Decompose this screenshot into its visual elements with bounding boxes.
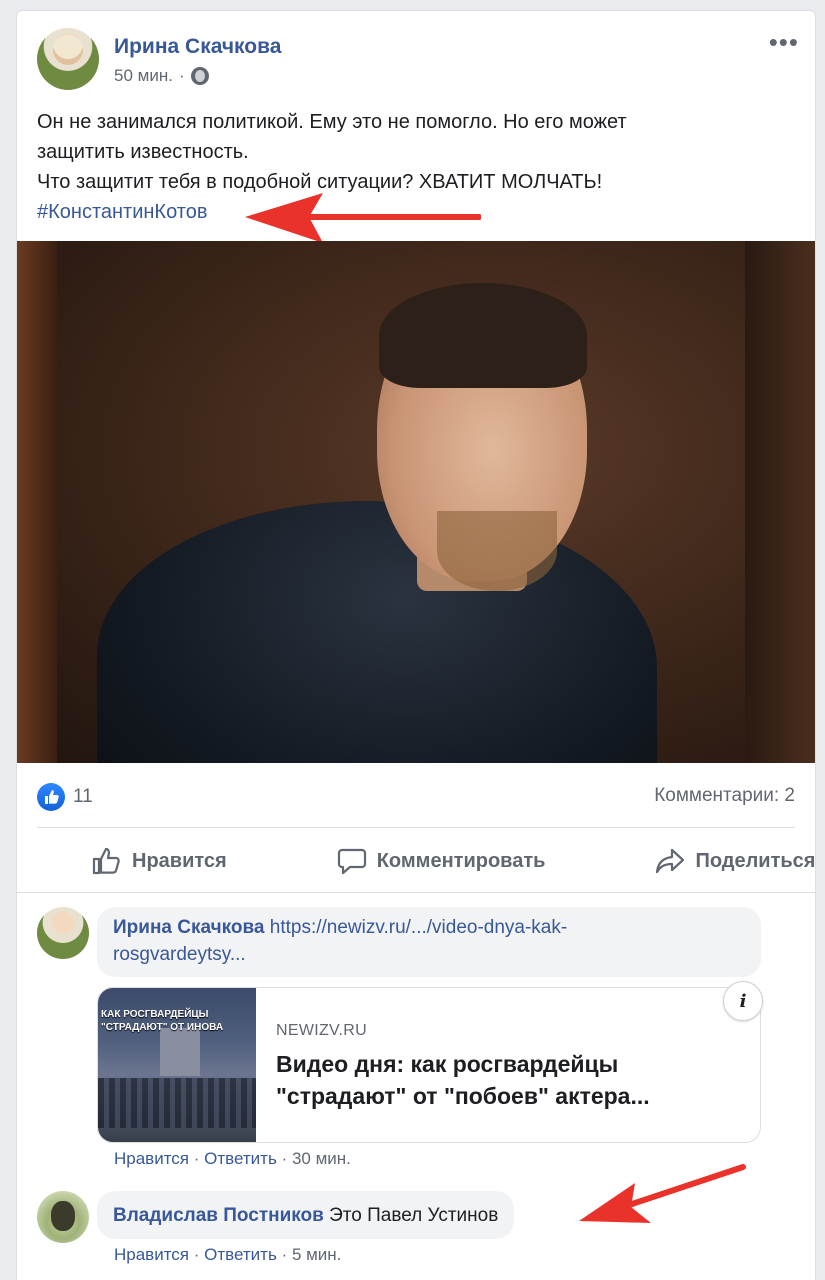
link-preview-thumbnail: КАК РОСГВАРДЕЙЦЫ "СТРАДАЮТ" ОТ ИНОВА <box>98 988 256 1142</box>
photo-frame-right <box>745 241 815 763</box>
comment-meta: Нравится · Ответить · 5 мин. <box>114 1245 342 1264</box>
share-button[interactable]: Поделиться <box>600 839 816 883</box>
like-reaction-icon <box>37 783 65 811</box>
commenter-avatar[interactable] <box>37 1191 89 1243</box>
reactions-summary[interactable]: 11 <box>37 783 93 811</box>
post-action-bar: Нравится Комментировать Поделиться <box>37 839 815 883</box>
comment-button[interactable]: Комментировать <box>282 839 601 883</box>
thumbnail-caption: КАК РОСГВАРДЕЙЦЫ "СТРАДАЮТ" ОТ ИНОВА <box>101 1009 224 1033</box>
comment-icon <box>337 848 366 875</box>
like-count: 11 <box>73 786 93 807</box>
comment-bubble: Ирина Скачкова https://newizv.ru/.../vid… <box>97 907 761 977</box>
comment-author[interactable]: Ирина Скачкова <box>113 917 264 938</box>
share-icon <box>656 848 685 874</box>
photo-jacket <box>97 501 657 763</box>
post-time[interactable]: 50 мин. <box>114 66 173 86</box>
more-options-icon[interactable]: ••• <box>769 29 799 55</box>
comment-like-link[interactable]: Нравится <box>114 1149 189 1168</box>
post-text-line: Он не занимался политикой. Ему это не по… <box>37 111 627 133</box>
info-icon[interactable]: i <box>723 981 763 1021</box>
comment-text: Это Павел Устинов <box>329 1205 499 1226</box>
comment-time[interactable]: 5 мин. <box>292 1245 341 1264</box>
post-photo[interactable] <box>17 241 815 763</box>
link-title[interactable]: Видео дня: как росгвардейцы "страдают" о… <box>276 1048 716 1112</box>
red-arrow-annotation <box>245 193 481 243</box>
post-author-name[interactable]: Ирина Скачкова <box>114 35 281 59</box>
comment-reply-link[interactable]: Ответить <box>204 1245 277 1264</box>
like-button[interactable]: Нравится <box>37 839 282 883</box>
photo-hair <box>379 283 587 388</box>
divider <box>37 827 795 828</box>
comment-time[interactable]: 30 мин. <box>292 1149 351 1168</box>
thumbs-up-icon <box>92 847 120 875</box>
divider <box>17 892 815 893</box>
photo-beard <box>437 511 557 591</box>
comment-bubble: Владислав Постников Это Павел Устинов <box>97 1191 515 1239</box>
globe-icon <box>190 67 209 85</box>
like-button-label: Нравится <box>132 849 227 872</box>
commenter-avatar[interactable] <box>37 907 89 959</box>
comment-button-label: Комментировать <box>376 849 546 872</box>
thumb-building <box>160 1028 200 1076</box>
comment-like-link[interactable]: Нравится <box>114 1245 189 1264</box>
link-domain: NEWIZV.RU <box>276 1022 368 1039</box>
share-button-label: Поделиться <box>695 849 816 872</box>
comment-meta: Нравится · Ответить · 30 мин. <box>114 1149 351 1168</box>
author-avatar[interactable] <box>37 28 99 90</box>
post-timestamp-row: 50 мин. · <box>114 66 209 86</box>
post-card: Ирина Скачкова 50 мин. · ••• Он не заним… <box>16 10 816 1280</box>
comment-reply-link[interactable]: Ответить <box>204 1149 277 1168</box>
comment-link[interactable]: https://newizv.ru/.../video-dnya-kak- <box>270 917 567 938</box>
thumb-crowd <box>98 1078 256 1128</box>
red-arrow-annotation <box>579 1164 746 1223</box>
post-text-line: защитить известность. <box>37 141 249 163</box>
photo-frame-left <box>17 241 57 763</box>
comments-count[interactable]: Комментарии: 2 <box>654 785 795 807</box>
comment-link-continued[interactable]: rosgvardeytsy... <box>113 944 246 965</box>
link-preview-card[interactable]: КАК РОСГВАРДЕЙЦЫ "СТРАДАЮТ" ОТ ИНОВА NEW… <box>97 987 761 1143</box>
comment-author[interactable]: Владислав Постников <box>113 1205 324 1226</box>
time-separator: · <box>178 66 185 85</box>
